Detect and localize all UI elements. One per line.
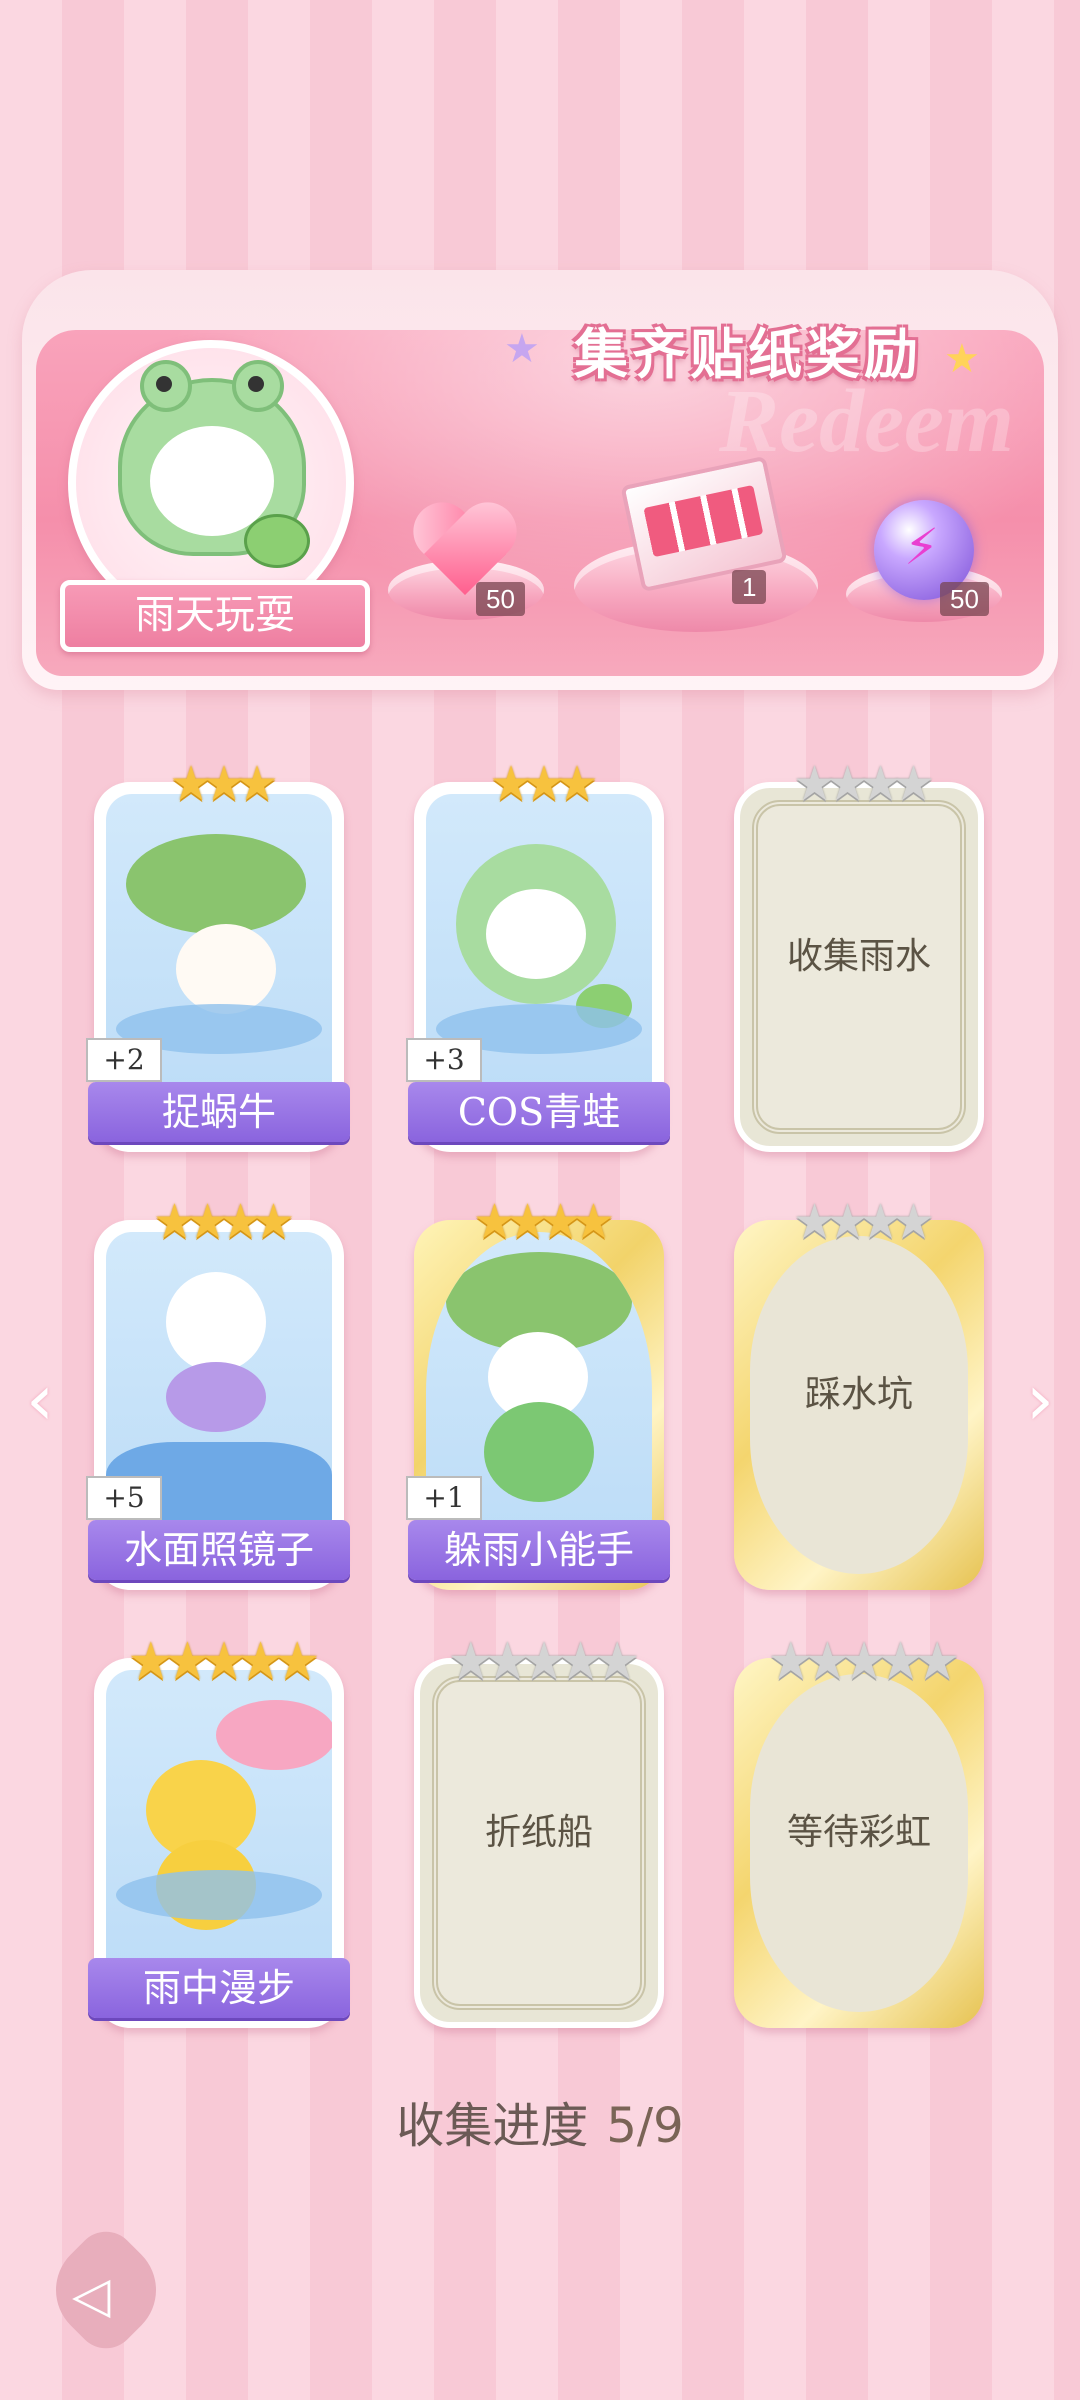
sticker-card-locked[interactable]: ★★★★★ 等待彩虹 <box>734 1632 984 2028</box>
sticker-card[interactable]: ★★★★★ 雨中漫步 <box>88 1632 350 2028</box>
bonus-badge: +2 <box>86 1038 162 1082</box>
card-label: 水面照镜子 <box>88 1520 350 1580</box>
puppy-icon <box>176 924 276 1014</box>
card-stars: ★★★ <box>489 756 598 812</box>
locked-card-name: 折纸船 <box>484 1812 593 1853</box>
sticker-card[interactable]: ★★★ +2 捉蜗牛 <box>86 756 350 1152</box>
calico-cat-icon <box>166 1272 266 1372</box>
sticker-card[interactable]: ★★★ +3 COS青蛙 <box>406 756 670 1152</box>
frog-costume <box>484 1402 594 1502</box>
locked-card-name: 等待彩虹 <box>786 1812 931 1853</box>
reward-count: 50 <box>476 582 525 616</box>
card-stars: ★★★★ <box>792 1194 935 1250</box>
reward-count: 1 <box>732 570 767 604</box>
progress-label: 收集进度 <box>396 2098 589 2154</box>
card-stars: ★★★★ <box>152 1194 295 1250</box>
card-art <box>106 1670 332 1990</box>
back-button[interactable]: ◁ <box>35 2219 177 2361</box>
card-label: 躲雨小能手 <box>408 1520 670 1580</box>
next-page-arrow-icon[interactable]: › <box>1020 1360 1060 1440</box>
bonus-badge: +1 <box>406 1476 482 1520</box>
bonus-badge: +5 <box>86 1476 162 1520</box>
theme-name-plate: 雨天玩耍 <box>60 580 370 652</box>
card-stars: ★★★★ <box>472 1194 615 1250</box>
frog-eye-icon <box>232 360 284 412</box>
mini-frog-icon <box>244 514 310 568</box>
cat-dress <box>166 1362 266 1432</box>
frog-eye-icon <box>140 360 192 412</box>
card-stars: ★★★★ <box>792 756 935 812</box>
locked-card-name: 踩水坑 <box>804 1374 913 1415</box>
card-stars: ★★★★★ <box>127 1632 320 1692</box>
bonus-badge: +3 <box>406 1038 482 1082</box>
banner-title: 集齐贴纸奖励 <box>574 323 922 386</box>
card-label: 雨中漫步 <box>88 1958 350 2018</box>
umbrella-icon <box>216 1700 332 1770</box>
sticker-card-locked[interactable]: ★★★★ 踩水坑 <box>734 1194 984 1590</box>
locked-card-name: 收集雨水 <box>786 936 931 977</box>
collection-progress: 收集进度 5/9 <box>0 2086 1080 2156</box>
progress-value: 5/9 <box>606 2098 684 2154</box>
back-arrow-icon: ◁ <box>72 2266 111 2324</box>
star-decoration-icon: ★ <box>504 326 540 372</box>
card-stars: ★★★ <box>169 756 278 812</box>
puddle <box>116 1870 322 1920</box>
sticker-card[interactable]: ★★★★ +1 躲雨小能手 <box>406 1194 670 1590</box>
prev-page-arrow-icon[interactable]: ‹ <box>20 1360 60 1440</box>
sticker-card-locked[interactable]: ★★★★★ 折纸船 <box>414 1632 664 2028</box>
sticker-card[interactable]: ★★★★ +5 水面照镜子 <box>86 1194 350 1590</box>
star-decoration-icon: ★ <box>944 336 980 382</box>
card-stars: ★★★★★ <box>767 1632 960 1692</box>
card-label: 捉蜗牛 <box>88 1082 350 1142</box>
card-stars: ★★★★★ <box>447 1632 640 1692</box>
cat-face <box>486 889 586 979</box>
sticker-card-locked[interactable]: ★★★★ 收集雨水 <box>734 756 984 1152</box>
reward-count: 50 <box>940 582 989 616</box>
card-label: COS青蛙 <box>408 1082 670 1142</box>
lotus-leaf-icon <box>126 834 306 934</box>
